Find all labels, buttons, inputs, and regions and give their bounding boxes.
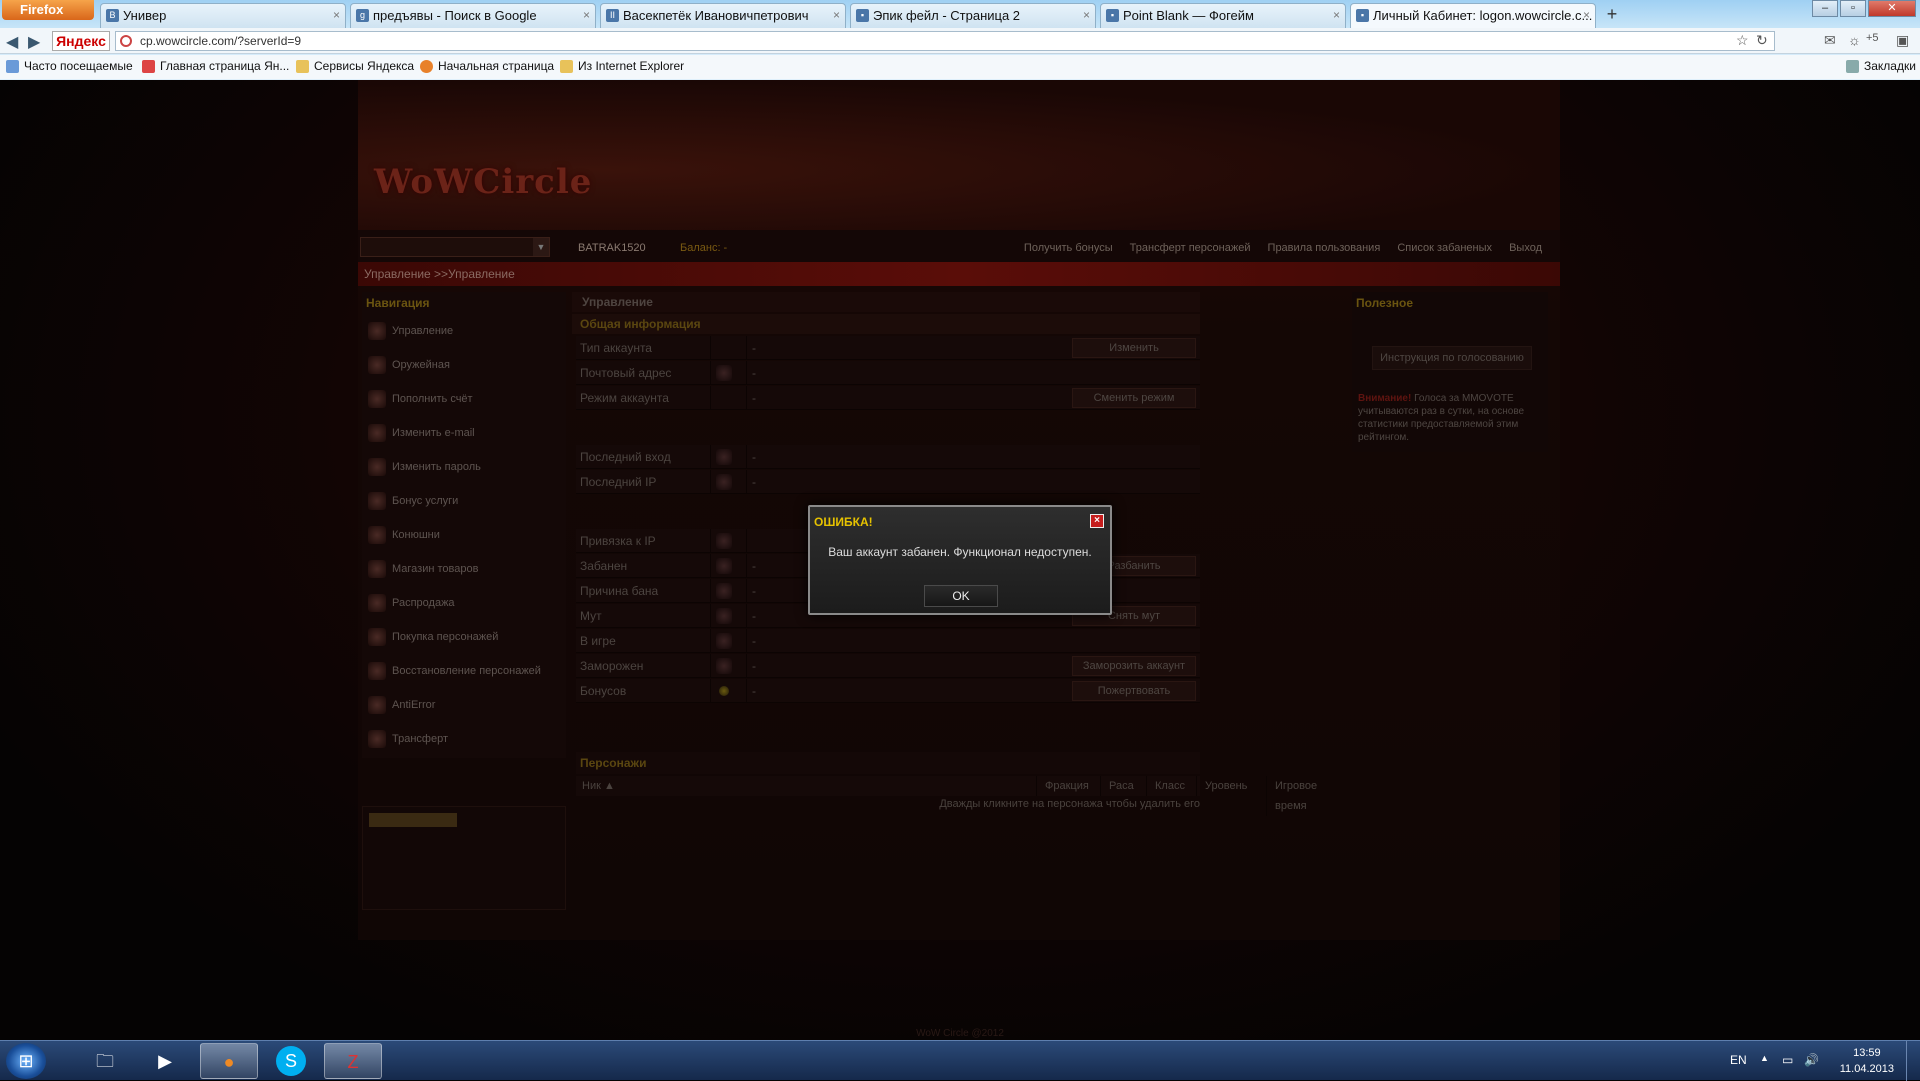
- url-text: cp.wowcircle.com/?serverId=9: [140, 34, 302, 48]
- weather-icon[interactable]: ☼: [1848, 32, 1861, 48]
- bookmark-item[interactable]: Часто посещаемые: [6, 59, 133, 73]
- close-icon[interactable]: ×: [1090, 514, 1104, 528]
- folder-icon: [560, 60, 573, 73]
- tab-4[interactable]: ▪ Point Blank — Фогейм ×: [1100, 3, 1346, 28]
- back-icon[interactable]: ◀: [6, 32, 18, 52]
- site-icon: ▪: [1106, 9, 1119, 22]
- bookmarks-icon: [1846, 60, 1859, 73]
- bookmarks-menu[interactable]: Закладки: [1846, 59, 1916, 73]
- url-bar[interactable]: cp.wowcircle.com/?serverId=9: [115, 31, 1775, 51]
- site-icon: ▪: [856, 9, 869, 22]
- show-desktop-button[interactable]: [1906, 1041, 1920, 1081]
- maximize-button[interactable]: ▫: [1840, 0, 1866, 17]
- dialog-message: Ваш аккаунт забанен. Функционал недоступ…: [828, 545, 1092, 559]
- tab-label: предъявы - Поиск в Google: [373, 8, 537, 23]
- firefox-icon: [420, 60, 433, 73]
- tab-5[interactable]: ▪ Личный Кабинет: logon.wowcircle.c... ×: [1350, 3, 1596, 28]
- mail-icon[interactable]: ✉: [1824, 32, 1836, 49]
- folder-icon: 🗀: [96, 1051, 114, 1071]
- yandex-icon: [142, 60, 155, 73]
- close-icon[interactable]: ×: [1333, 4, 1340, 27]
- start-button[interactable]: ⊞: [6, 1043, 46, 1079]
- firefox-taskbar-button[interactable]: ●: [200, 1043, 258, 1079]
- tab-label: Васекпетёк Ивановичпетрович: [623, 8, 809, 23]
- taskbar: ⊞ 🗀 ▶ ● S Z EN ▲ ▭ 🔊 13:59 11.04.2013: [0, 1040, 1920, 1081]
- bookmark-item[interactable]: Начальная страница: [420, 59, 554, 73]
- close-icon[interactable]: ×: [833, 4, 840, 27]
- game-launcher-icon: Z: [347, 1052, 359, 1072]
- tab-label: Личный Кабинет: logon.wowcircle.c...: [1373, 8, 1593, 23]
- tab-3[interactable]: ▪ Эпик фейл - Страница 2 ×: [850, 3, 1096, 28]
- vk-icon: В: [106, 9, 119, 22]
- skype-taskbar-button[interactable]: S: [262, 1043, 320, 1079]
- clock[interactable]: 13:59 11.04.2013: [1840, 1045, 1894, 1077]
- site-identity-icon[interactable]: [120, 35, 132, 47]
- firefox-menu-button[interactable]: Firefox: [2, 0, 94, 20]
- error-dialog: ОШИБКА! × Ваш аккаунт забанен. Функциона…: [808, 505, 1112, 615]
- search-engine-logo[interactable]: Яндекс: [52, 31, 110, 51]
- tray-expand-icon[interactable]: ▲: [1760, 1053, 1769, 1063]
- new-tab-button[interactable]: +: [1600, 4, 1624, 26]
- bookmarks-bar: Часто посещаемые Главная страница Ян... …: [0, 55, 1920, 79]
- ok-button[interactable]: OK: [924, 585, 998, 607]
- close-icon[interactable]: ×: [1583, 4, 1590, 27]
- clock-time: 13:59: [1853, 1047, 1881, 1059]
- tab-2[interactable]: II Васекпетёк Ивановичпетрович ×: [600, 3, 846, 28]
- forward-icon[interactable]: ▶: [28, 32, 40, 52]
- media-player-taskbar-button[interactable]: ▶: [136, 1043, 194, 1079]
- folder-icon: [6, 60, 19, 73]
- tab-1[interactable]: g предъявы - Поиск в Google ×: [350, 3, 596, 28]
- explorer-taskbar-button[interactable]: 🗀: [76, 1043, 134, 1079]
- navigation-bar: ◀ ▶ Яндекс cp.wowcircle.com/?serverId=9 …: [0, 28, 1920, 54]
- network-icon[interactable]: ▭: [1782, 1053, 1793, 1067]
- reload-icon[interactable]: ↻: [1756, 32, 1768, 49]
- tab-bar: Firefox В Универ × g предъявы - Поиск в Goo…: [0, 0, 1920, 28]
- close-icon[interactable]: ×: [1083, 4, 1090, 27]
- google-icon: g: [356, 9, 369, 22]
- close-icon[interactable]: ×: [583, 4, 590, 27]
- bookmark-item[interactable]: Сервисы Яндекса: [296, 59, 414, 73]
- tab-label: Эпик фейл - Страница 2: [873, 8, 1021, 23]
- tab-label: Point Blank — Фогейм: [1123, 8, 1254, 23]
- tab-0[interactable]: В Универ ×: [100, 3, 346, 28]
- language-indicator[interactable]: EN: [1730, 1053, 1747, 1067]
- skype-icon: S: [276, 1046, 306, 1076]
- close-window-button[interactable]: ✕: [1868, 0, 1916, 17]
- site-icon: II: [606, 9, 619, 22]
- close-icon[interactable]: ×: [333, 4, 340, 27]
- dialog-title: ОШИБКА!: [814, 515, 873, 529]
- bookmark-item[interactable]: Главная страница Ян...: [142, 59, 289, 73]
- clock-date: 11.04.2013: [1839, 1063, 1894, 1075]
- downloads-icon[interactable]: ▣: [1896, 32, 1909, 49]
- minimize-button[interactable]: –: [1812, 0, 1838, 17]
- game-launcher-taskbar-button[interactable]: Z: [324, 1043, 382, 1079]
- bookmark-item[interactable]: Из Internet Explorer: [560, 59, 684, 73]
- bookmark-star-icon[interactable]: ☆: [1736, 32, 1749, 49]
- folder-icon: [296, 60, 309, 73]
- extension-count[interactable]: +5: [1866, 32, 1879, 44]
- wowcircle-icon: ▪: [1356, 9, 1369, 22]
- volume-icon[interactable]: 🔊: [1804, 1053, 1819, 1067]
- tab-label: Универ: [123, 8, 167, 23]
- firefox-icon: ●: [223, 1052, 235, 1072]
- media-player-icon: ▶: [158, 1051, 172, 1071]
